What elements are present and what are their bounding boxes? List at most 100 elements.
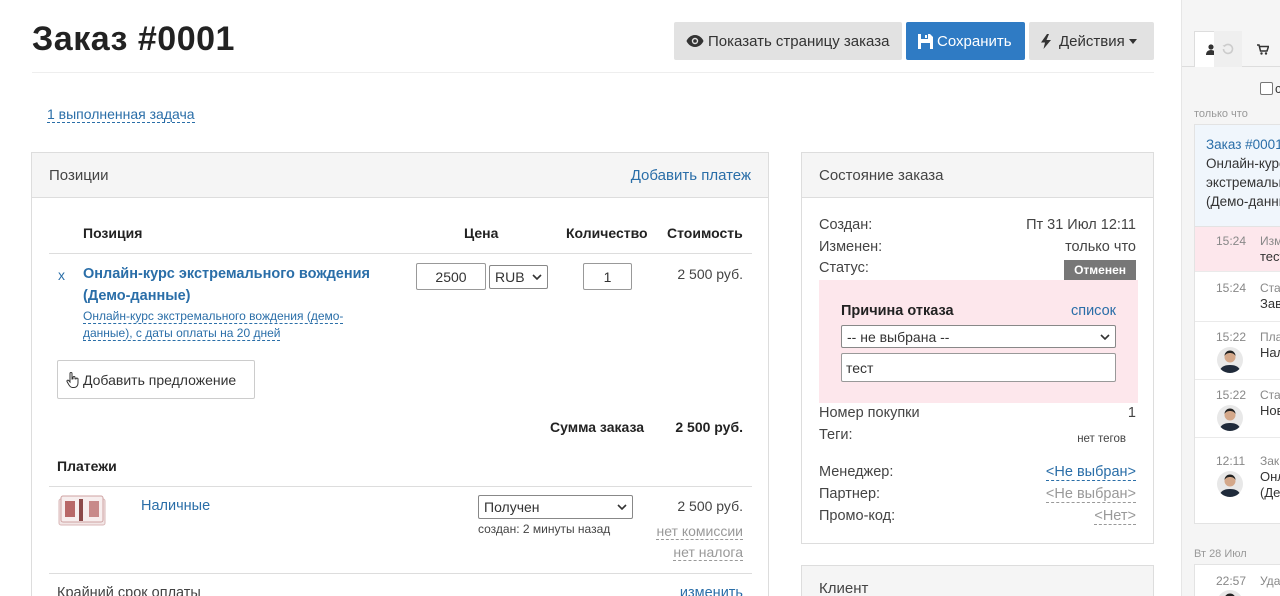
feed-row: 15:24 Изм тест [1195,227,1280,272]
promo-value[interactable]: <Нет> [1094,508,1136,525]
manager-value[interactable]: <Не выбран> [1045,464,1136,481]
activity-feed-older: 22:57 Уда [1194,564,1280,596]
reason-select-value: -- не выбрана -- [847,328,950,345]
client-header: Клиент [802,566,1153,596]
manager-label: Менеджер: [819,464,894,480]
partner-value[interactable]: <Не выбран> [1045,486,1136,503]
avatar [1217,405,1243,431]
tab-history[interactable] [1214,31,1242,67]
feed-row-line2: Онл [1260,469,1280,484]
col-cost-header: Стоимость [667,225,743,241]
floppy-icon [918,33,933,49]
avatar [1217,347,1243,373]
item-cost: 2 500 руб. [677,266,743,282]
sidebar-tabs [1182,31,1280,67]
tax-text[interactable]: нет налога [673,544,743,561]
reason-list-link[interactable]: список [1071,303,1116,319]
tax-link[interactable]: нет налога [673,544,743,561]
actions-dropdown-button[interactable]: Действия [1029,22,1154,60]
currency-select[interactable]: RUB [489,265,548,289]
commission-text[interactable]: нет комиссии [656,523,743,540]
tags-value[interactable]: нет тегов [1077,433,1126,445]
quantity-input[interactable]: 1 [583,263,632,290]
col-price-header: Цена [464,225,499,241]
pointer-hand-icon [66,371,79,388]
show-order-page-button[interactable]: Показать страницу заказа [674,22,902,60]
eye-icon [686,35,704,47]
chevron-down-icon [617,504,627,510]
payment-method-link[interactable]: Наличные [141,498,210,514]
status-row: Статус: Отменен [819,260,1136,280]
promo-row: Промо-код: <Нет> [819,508,1136,525]
feed-row-time: 15:22 [1216,388,1247,402]
add-offer-label: Добавить предложение [83,371,237,388]
payments-title: Платежи [57,458,117,474]
activity-feed: Заказ #0001 Онлайн-курс экстремальн (Дем… [1194,124,1280,524]
created-label: Создан: [819,217,873,233]
feed-row: 15:22 Пла Нал [1195,322,1280,380]
feed-order-text-1: Онлайн-курс [1206,156,1280,171]
filter-checkbox[interactable] [1260,82,1273,95]
feed-row: 12:11 Зак Онл (Де [1195,438,1280,525]
feed-row: 15:22 Ста Нов [1195,380,1280,438]
deadline-divider [49,573,752,574]
manager-row: Менеджер: <Не выбран> [819,464,1136,481]
changed-row: Изменен: только что [819,239,1136,255]
cancel-reason-box: Причина отказа список -- не выбрана -- т… [819,280,1138,403]
purchase-value: 1 [1127,405,1136,421]
status-badge[interactable]: Отменен [1064,260,1136,280]
payment-status-select[interactable]: Получен [478,495,633,519]
feed-row-line2: Нал [1260,345,1280,360]
purchase-row: Номер покупки 1 [819,405,1136,421]
remove-item-button[interactable]: x [58,267,65,283]
created-row: Создан: Пт 31 Июл 12:11 [819,217,1136,233]
chevron-down-icon [1100,333,1110,340]
payments-divider [49,486,752,487]
feed-row-line2: тест [1260,249,1280,264]
item-title-link[interactable]: Онлайн-курс экстремального вождения (Дем… [83,263,383,307]
feed-row-line1: Ста [1260,281,1280,295]
client-heading: Клиент [819,579,869,596]
col-position-header: Позиция [83,225,143,241]
table-header-divider [49,253,752,254]
completed-tasks-link[interactable]: 1 выполненная задача [47,106,195,123]
caret-down-icon [1128,38,1137,44]
add-offer-button[interactable]: Добавить предложение [57,360,255,399]
reason-comment-input[interactable]: тест [841,353,1116,382]
feed-date-label: Вт 28 Июл [1194,548,1247,560]
feed-row-line2: Зав [1260,296,1280,311]
feed-row-text: Зак Онл (Де [1260,453,1280,501]
order-state-header: Состояние заказа [802,153,1153,198]
tags-label: Теги: [819,427,853,443]
price-input[interactable]: 2500 [416,263,486,290]
cancel-reason-title: Причина отказа [841,303,954,319]
feed-row-text: Ста Зав [1260,280,1280,312]
payment-amount: 2 500 руб. [677,498,743,514]
feed-row-text: Ста Нов [1260,387,1280,419]
cart-icon [1257,43,1269,55]
order-sum-label: Сумма заказа [550,419,645,435]
feed-order-text-2: экстремальн [1206,175,1280,190]
chevron-down-icon [532,274,542,280]
feed-row-line1: Уда [1260,574,1280,588]
feed-time-now: только что [1194,108,1248,120]
partner-row: Партнер: <Не выбран> [819,486,1136,503]
order-state-panel: Состояние заказа Создан: Пт 31 Июл 12:11… [801,152,1154,544]
item-subtitle-text[interactable]: Онлайн-курс экстремального вождения (дем… [83,309,344,341]
commission-link[interactable]: нет комиссии [656,523,743,540]
feed-row-time: 12:11 [1216,454,1246,468]
reason-select[interactable]: -- не выбрана -- [841,325,1116,348]
save-button[interactable]: Сохранить [906,22,1025,60]
filter-checkbox-label: с [1275,81,1280,96]
add-payment-link[interactable]: Добавить платеж [631,167,751,184]
feed-row-text: Изм тест [1260,233,1280,265]
tab-cart[interactable] [1246,31,1280,67]
header-divider [32,72,1154,73]
feed-order-link[interactable]: Заказ #0001 [1206,135,1280,154]
page-title: Заказ #0001 [32,20,235,58]
feed-row-line1: Изм [1260,234,1280,248]
feed-row-time: 15:24 [1216,281,1247,295]
deadline-change-link[interactable]: изменить [680,585,743,596]
feed-row: 15:24 Ста Зав [1195,272,1280,322]
item-subtitle[interactable]: Онлайн-курс экстремального вождения (дем… [83,308,373,342]
